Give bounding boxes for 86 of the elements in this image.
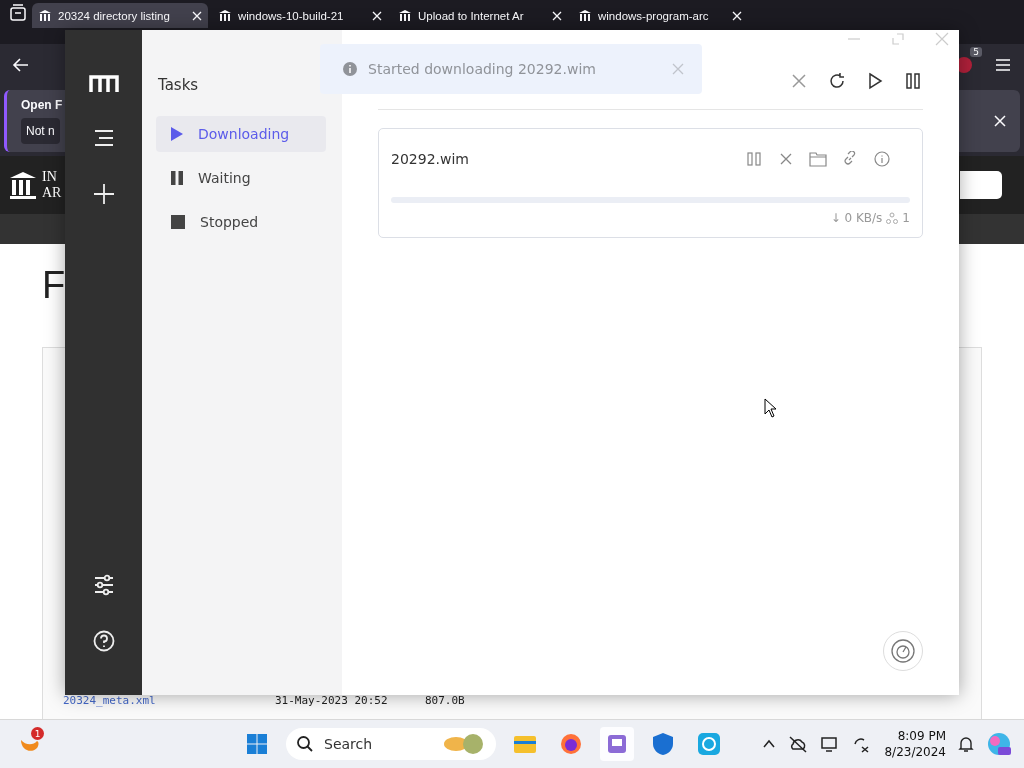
browser-globe-icon: [559, 732, 583, 756]
taskbar-app-icon[interactable]: 1: [12, 727, 46, 761]
file-size: 807.0B: [425, 694, 466, 707]
panel-title: Tasks: [158, 76, 200, 94]
close-icon: [192, 10, 202, 21]
tab-title: windows-10-build-21: [238, 9, 345, 22]
play-icon: [867, 72, 883, 90]
info-icon: [342, 61, 358, 77]
shield-icon: [652, 732, 674, 756]
logo-text: IN: [42, 169, 58, 185]
plus-icon: [92, 183, 115, 205]
museum-icon: [398, 8, 412, 23]
clock-time: 8:09 PM: [897, 728, 946, 744]
circle-app-icon: [697, 732, 721, 756]
file-date: 31-May-2023 20:52: [275, 694, 389, 707]
clock-date: 8/23/2024: [884, 744, 946, 760]
speed-limit-button[interactable]: [883, 631, 923, 671]
museum-icon: [578, 8, 592, 23]
refresh-button[interactable]: [827, 71, 847, 91]
search-field[interactable]: [960, 171, 1002, 199]
browser-tab[interactable]: Upload to Internet Ar: [392, 3, 568, 28]
sliders-icon: [92, 574, 115, 596]
pause-icon: [905, 72, 921, 90]
browser-tab[interactable]: windows-program-arc: [572, 3, 748, 28]
menu-icon: [994, 56, 1012, 74]
info-button[interactable]: [872, 149, 892, 169]
logo-text: AR: [42, 185, 62, 201]
close-icon: [552, 10, 562, 21]
melon-drawing: [442, 732, 486, 756]
notification-title: Open F: [21, 98, 63, 112]
download-speed: ↓ 0 KB/s: [830, 211, 883, 225]
page-heading: F: [42, 264, 67, 307]
task-category-item[interactable]: Stopped: [156, 204, 326, 240]
pause-all-button[interactable]: [903, 71, 923, 91]
windows-logo-icon: [246, 733, 268, 755]
maximize-icon: [891, 32, 905, 46]
extension-badge: 5: [970, 47, 982, 57]
stop-icon: [170, 214, 186, 230]
task-category-item[interactable]: Waiting: [156, 160, 326, 196]
link-icon: [842, 151, 858, 167]
connection-count: 1: [902, 211, 910, 225]
close-icon: [994, 115, 1006, 127]
museum-icon: [38, 8, 52, 23]
toast-message: Started downloading 20292.wim: [368, 61, 597, 77]
close-icon: [732, 10, 742, 21]
play-icon: [170, 126, 184, 142]
close-icon: [792, 74, 806, 88]
search-input[interactable]: Search: [322, 735, 434, 753]
taskbar-app-icon[interactable]: [600, 727, 634, 761]
refresh-icon: [828, 72, 846, 90]
cursor-icon: [764, 398, 778, 418]
tab-title: 20324 directory listing: [58, 9, 171, 22]
pause-icon: [746, 151, 762, 167]
browser-tab[interactable]: windows-10-build-21: [212, 3, 388, 28]
search-icon: [296, 735, 314, 753]
folder-button[interactable]: [808, 149, 828, 169]
museum-logo-icon: [8, 170, 38, 200]
notification-count: 1: [31, 727, 44, 740]
app-logo-icon: [87, 74, 120, 94]
task-name: 20292.wim: [391, 151, 470, 167]
tab-title: windows-program-arc: [598, 9, 710, 22]
speedometer-icon: [890, 638, 916, 664]
help-icon: [92, 630, 115, 652]
folder-icon: [809, 151, 827, 167]
folder-icon: [513, 733, 537, 755]
task-card[interactable]: 20292.wim ↓ 0 KB/s 1: [378, 128, 923, 238]
pause-icon: [170, 170, 184, 186]
notification-button[interactable]: Not n: [21, 118, 60, 144]
close-icon: [672, 63, 684, 75]
taskbar-search-field[interactable]: Search: [286, 728, 496, 760]
app-window-icon: [606, 733, 628, 755]
cloud-off-icon: [788, 735, 809, 753]
bell-icon: [958, 735, 974, 753]
file-link[interactable]: 20324_meta.xml: [63, 694, 275, 707]
back-arrow-icon: [12, 56, 30, 74]
browser-tab[interactable]: 20324 directory listing: [32, 3, 208, 28]
close-icon: [935, 32, 949, 46]
menu-icon: [92, 129, 115, 147]
task-category-item[interactable]: Downloading: [156, 116, 326, 152]
info-icon: [874, 151, 890, 167]
tab-overview-icon: [8, 3, 28, 23]
close-icon: [779, 152, 793, 166]
close-icon: [372, 10, 382, 21]
tab-title: Upload to Internet Ar: [418, 9, 525, 22]
connections-icon: [886, 212, 899, 224]
museum-icon: [218, 8, 232, 23]
